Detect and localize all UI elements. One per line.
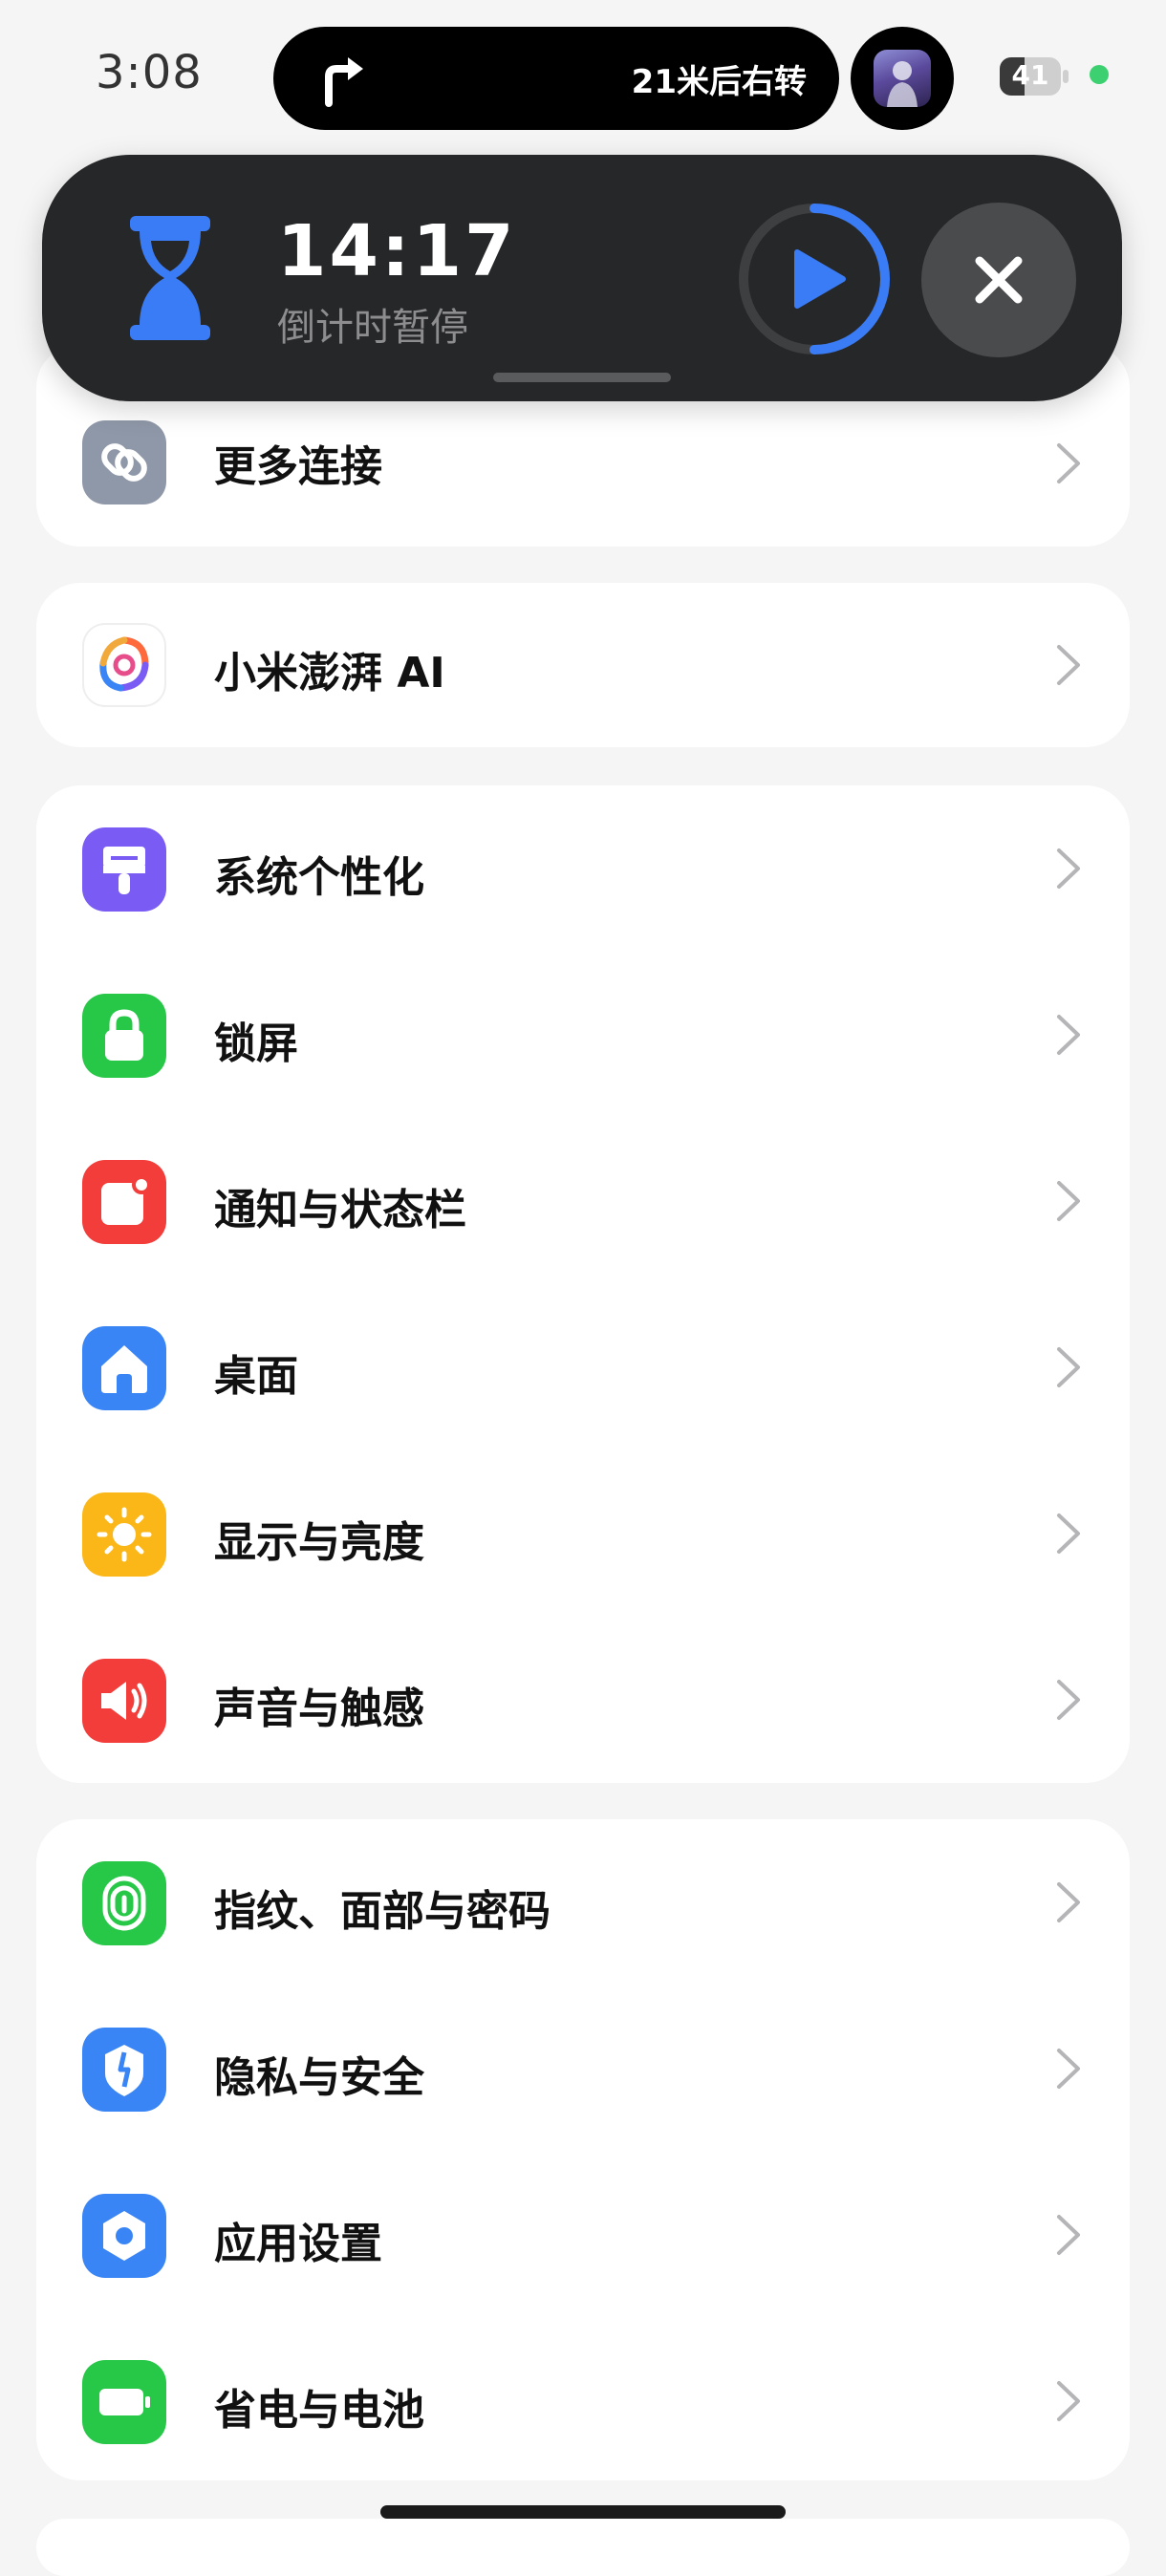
chevron-right-icon <box>1057 2381 1080 2421</box>
drag-handle[interactable] <box>493 373 671 382</box>
chevron-right-icon <box>1057 1680 1080 1720</box>
album-art-icon <box>874 50 931 107</box>
home-icon <box>82 1326 166 1410</box>
battery-percent: 41 <box>1011 59 1049 91</box>
settings-item-label: 省电与电池 <box>214 2386 424 2435</box>
settings-item-label: 声音与触感 <box>214 1685 424 1733</box>
settings-item-personalization[interactable]: 系统个性化 <box>36 785 1130 952</box>
speaker-icon <box>82 1659 166 1743</box>
settings-item-battery[interactable]: 省电与电池 <box>36 2318 1130 2484</box>
chevron-right-icon <box>1057 443 1080 483</box>
chevron-right-icon <box>1057 645 1080 685</box>
settings-item-label: 桌面 <box>214 1352 298 1401</box>
close-icon <box>975 256 1023 304</box>
close-button[interactable] <box>921 203 1076 357</box>
settings-item-lock-screen[interactable]: 锁屏 <box>36 952 1130 1118</box>
settings-item-fingerprint[interactable]: 指纹、面部与密码 <box>36 1819 1130 1986</box>
settings-item-label: 小米澎湃 AI <box>214 649 445 698</box>
settings-item-label: 应用设置 <box>214 2220 382 2268</box>
settings-item-home-screen[interactable]: 桌面 <box>36 1284 1130 1450</box>
brush-icon <box>82 827 166 912</box>
chevron-right-icon <box>1057 2049 1080 2089</box>
settings-item-label: 显示与亮度 <box>214 1518 424 1567</box>
settings-item-xiaomi-ai[interactable]: 小米澎湃 AI <box>36 583 1130 747</box>
timer-remaining: 14:17 <box>277 210 517 292</box>
timer-status: 倒计时暂停 <box>277 306 468 350</box>
chevron-right-icon <box>1057 1347 1080 1387</box>
link-icon <box>82 420 166 504</box>
play-icon <box>794 249 846 309</box>
notification-icon <box>82 1160 166 1244</box>
battery-icon <box>82 2360 166 2444</box>
status-bar: 3:08 21米后右转 41 <box>0 0 1166 153</box>
settings-group-next <box>36 2519 1130 2576</box>
status-time: 3:08 <box>96 46 203 99</box>
chevron-right-icon <box>1057 848 1080 889</box>
settings-item-notifications[interactable]: 通知与状态栏 <box>36 1118 1130 1284</box>
settings-group-ai: 小米澎湃 AI <box>36 583 1130 747</box>
turn-right-arrow-icon <box>325 57 363 107</box>
shield-icon <box>82 2028 166 2112</box>
hourglass-icon <box>130 216 210 340</box>
lock-icon <box>82 994 166 1078</box>
hexagon-icon <box>82 2194 166 2278</box>
settings-item-label: 指纹、面部与密码 <box>214 1887 551 1936</box>
settings-item-privacy[interactable]: 隐私与安全 <box>36 1986 1130 2152</box>
settings-item-sound[interactable]: 声音与触感 <box>36 1617 1130 1783</box>
chevron-right-icon <box>1057 1513 1080 1554</box>
settings-item-label: 系统个性化 <box>214 853 424 902</box>
settings-item-display[interactable]: 显示与亮度 <box>36 1450 1130 1617</box>
settings-item-label: 通知与状态栏 <box>214 1186 466 1234</box>
home-indicator[interactable] <box>380 2505 786 2519</box>
settings-item-label: 锁屏 <box>214 1020 298 1068</box>
fingerprint-icon <box>82 1861 166 1945</box>
charging-dot <box>1090 65 1109 84</box>
settings-group-personalization: 系统个性化 锁屏 通知与状态栏 桌面 显示与亮度 声音与触感 <box>36 785 1130 1783</box>
settings-item-app-settings[interactable]: 应用设置 <box>36 2152 1130 2318</box>
battery-indicator: 41 <box>1000 57 1069 96</box>
timer-island-expanded[interactable]: 14:17 倒计时暂停 <box>42 155 1122 401</box>
settings-item-label: 更多连接 <box>214 442 382 491</box>
media-island[interactable] <box>851 27 954 130</box>
chevron-right-icon <box>1057 2215 1080 2255</box>
navigation-instruction: 21米后右转 <box>631 63 807 101</box>
settings-group-security: 指纹、面部与密码 隐私与安全 应用设置 省电与电池 <box>36 1819 1130 2480</box>
hyperos-ai-icon <box>82 623 166 707</box>
navigation-island[interactable]: 21米后右转 <box>273 27 839 130</box>
chevron-right-icon <box>1057 1015 1080 1055</box>
chevron-right-icon <box>1057 1882 1080 1922</box>
play-button[interactable] <box>736 201 893 357</box>
chevron-right-icon <box>1057 1181 1080 1221</box>
sun-icon <box>82 1492 166 1577</box>
settings-item-label: 隐私与安全 <box>214 2053 424 2102</box>
